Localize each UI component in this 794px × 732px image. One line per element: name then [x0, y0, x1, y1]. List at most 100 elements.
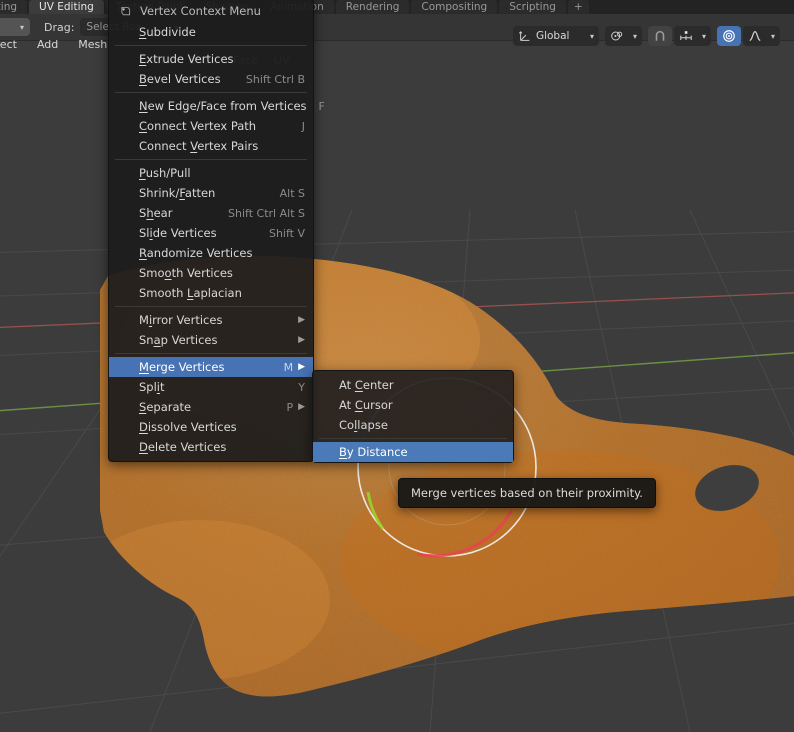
menu-item-snap-vertices[interactable]: Snap Vertices ▶: [109, 330, 313, 350]
menu-item-label: Subdivide: [139, 25, 196, 39]
vertex-context-menu[interactable]: Vertex Context Menu Subdivide Extrude Ver…: [108, 0, 325, 462]
menu-item-shear[interactable]: Shear Shift Ctrl Alt S: [109, 203, 313, 223]
menu-item-subdivide[interactable]: Subdivide: [109, 22, 313, 42]
merge-vertices-submenu[interactable]: At Center At Cursor Collapse By Distance: [312, 370, 514, 463]
magnet-icon: [655, 30, 665, 41]
menu-item-dissolve-vertices[interactable]: Dissolve Vertices: [109, 417, 313, 437]
blender-window: SculptingUV EditingTexture PaintShadingA…: [0, 0, 794, 732]
menu-item-label: Merge Vertices: [139, 360, 225, 374]
context-menu-title-label: Vertex Context Menu: [140, 4, 261, 18]
menu-item-merge-vertices[interactable]: Merge Vertices M ▶: [109, 357, 313, 377]
menu-item-shortcut: Y: [298, 380, 305, 394]
menu-item-split[interactable]: Split Y: [109, 377, 313, 397]
menu-item-label: By Distance: [339, 445, 408, 459]
chevron-down-icon: ▾: [632, 31, 637, 41]
menu-item-label: Shear: [139, 206, 173, 220]
menu-item-shortcut: F: [318, 99, 325, 113]
menu-item-smooth-laplacian[interactable]: Smooth Laplacian: [109, 283, 313, 303]
mode-dropdown[interactable]: E ▾: [0, 18, 30, 36]
submenu-item-collapse[interactable]: Collapse: [313, 415, 513, 435]
editor-menubar[interactable]: Select Add Mesh: [0, 36, 116, 53]
menu-item-shortcut: J: [301, 119, 305, 133]
tooltip-text: Merge vertices based on their proximity.: [411, 486, 643, 500]
menu-item-label: At Center: [339, 378, 394, 392]
workspace-tab--[interactable]: +: [567, 0, 589, 14]
menubar-item-select[interactable]: Select: [0, 36, 26, 53]
menu-item-label: Shrink/Fatten: [139, 186, 216, 200]
menu-item-connect-vertex-path[interactable]: Connect Vertex Path J: [109, 116, 313, 136]
workspace-tab-sculpting[interactable]: Sculpting: [0, 0, 28, 14]
transform-orientation-value: Global: [535, 30, 570, 42]
menu-item-shortcut: Alt S: [279, 186, 305, 200]
submenu-arrow-icon: ▶: [298, 334, 305, 345]
chevron-down-icon: ▾: [19, 22, 24, 32]
menu-separator: [115, 306, 307, 307]
submenu-item-by-distance[interactable]: By Distance: [313, 442, 513, 462]
menubar-item-add[interactable]: Add: [28, 36, 67, 53]
menu-item-separate[interactable]: Separate P ▶: [109, 397, 313, 417]
menu-item-bevel-vertices[interactable]: Bevel Vertices Shift Ctrl B: [109, 69, 313, 89]
falloff-curve-icon: [749, 31, 761, 41]
menu-item-smooth-vertices[interactable]: Smooth Vertices: [109, 263, 313, 283]
context-menu-items[interactable]: Subdivide Extrude Vertices Bevel Vertices S…: [109, 22, 325, 457]
menu-item-randomize-vertices[interactable]: Randomize Vertices: [109, 243, 313, 263]
workspace-tab-compositing[interactable]: Compositing: [411, 0, 498, 14]
menu-item-mirror-vertices[interactable]: Mirror Vertices ▶: [109, 310, 313, 330]
snap-magnet-toggle[interactable]: [647, 26, 672, 46]
menu-separator: [115, 159, 307, 160]
menu-item-label: Separate: [139, 400, 192, 414]
menu-item-label: Smooth Laplacian: [139, 286, 242, 300]
menu-item-new-edge-face-from-vertices[interactable]: New Edge/Face from Vertices F: [109, 96, 325, 116]
chevron-down-icon: ▾: [701, 31, 706, 41]
menu-item-shortcut: Shift Ctrl B: [245, 72, 305, 86]
menu-item-label: Bevel Vertices: [139, 72, 221, 86]
menu-item-shortcut: Shift Ctrl Alt S: [228, 206, 305, 220]
workspace-tab-scripting[interactable]: Scripting: [499, 0, 566, 14]
snap-increment-icon: [680, 31, 692, 40]
pivot-point-icon: [723, 30, 735, 42]
submenu-items[interactable]: At Center At Cursor Collapse By Distance: [313, 375, 513, 462]
vertex-icon: [121, 6, 131, 15]
chevron-down-icon: ▾: [589, 31, 594, 41]
tooltip: Merge vertices based on their proximity.: [398, 478, 656, 508]
menu-item-label: Push/Pull: [139, 166, 191, 180]
workspace-tab-rendering[interactable]: Rendering: [335, 0, 410, 14]
menu-item-push-pull[interactable]: Push/Pull: [109, 163, 313, 183]
proportional-editing-icon: [611, 31, 623, 41]
submenu-item-at-cursor[interactable]: At Cursor: [313, 395, 513, 415]
menu-item-label: Dissolve Vertices: [139, 420, 237, 434]
submenu-arrow-icon: ▶: [298, 361, 305, 372]
menu-item-shortcut: P: [286, 400, 294, 414]
transform-orientation-dropdown[interactable]: Global ▾: [512, 26, 599, 46]
proportional-editing-toggle[interactable]: ▾: [604, 26, 642, 46]
menu-separator: [115, 353, 307, 354]
menu-item-label: Collapse: [339, 418, 388, 432]
falloff-curve-dropdown[interactable]: ▾: [742, 26, 780, 46]
menu-item-shrink-fatten[interactable]: Shrink/Fatten Alt S: [109, 183, 313, 203]
submenu-arrow-icon: ▶: [298, 314, 305, 325]
menu-item-label: Snap Vertices: [139, 333, 218, 347]
menu-item-label: Split: [139, 380, 165, 394]
context-menu-title: Vertex Context Menu: [109, 2, 313, 22]
menu-item-label: At Cursor: [339, 398, 393, 412]
menu-item-label: Connect Vertex Path: [139, 119, 257, 133]
menu-item-label: Smooth Vertices: [139, 266, 233, 280]
menu-item-label: Delete Vertices: [139, 440, 227, 454]
submenu-separator: [319, 438, 507, 439]
menu-item-label: Extrude Vertices: [139, 52, 234, 66]
menu-item-label: Mirror Vertices: [139, 313, 223, 327]
snap-target-dropdown[interactable]: ▾: [673, 26, 711, 46]
menu-item-extrude-vertices[interactable]: Extrude Vertices: [109, 49, 313, 69]
pivot-point-toggle[interactable]: [716, 26, 741, 46]
submenu-arrow-icon: ▶: [298, 401, 305, 412]
menu-separator: [115, 45, 307, 46]
workspace-tab-uv-editing[interactable]: UV Editing: [29, 0, 104, 14]
menu-item-delete-vertices[interactable]: Delete Vertices: [109, 437, 313, 457]
menu-item-slide-vertices[interactable]: Slide Vertices Shift V: [109, 223, 313, 243]
menu-item-shortcut: Shift V: [268, 226, 305, 240]
chevron-down-icon: ▾: [770, 31, 775, 41]
submenu-item-at-center[interactable]: At Center: [313, 375, 513, 395]
header-right-controls[interactable]: Global ▾ ▾ ▾ ▾: [512, 26, 780, 46]
menu-separator: [115, 92, 307, 93]
menu-item-connect-vertex-pairs[interactable]: Connect Vertex Pairs: [109, 136, 313, 156]
